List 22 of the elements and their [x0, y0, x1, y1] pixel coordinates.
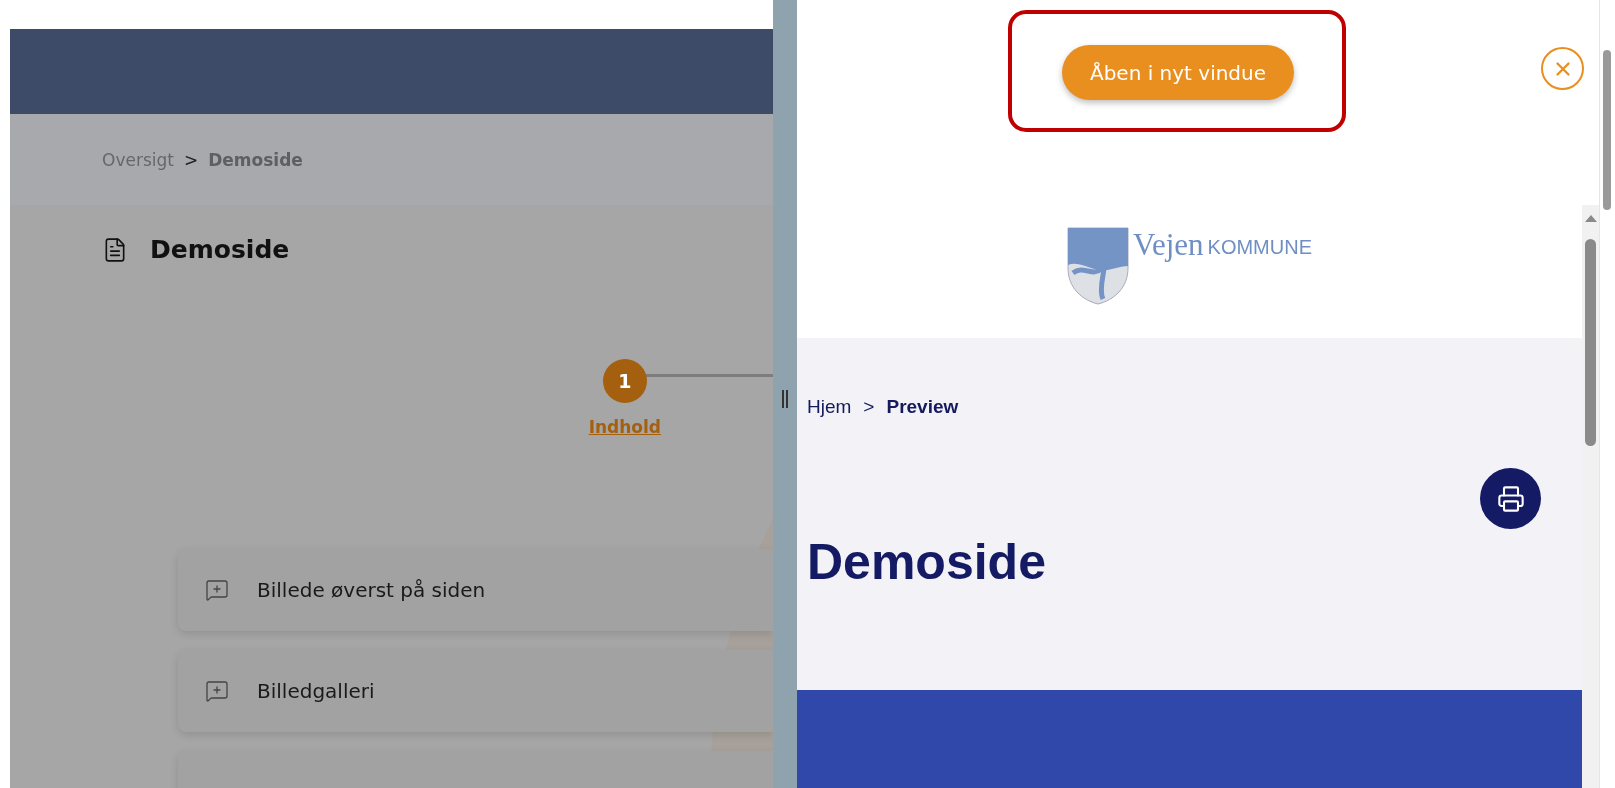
- drag-handle-icon[interactable]: [782, 390, 788, 408]
- breadcrumb-separator: >: [183, 149, 199, 170]
- breadcrumb-current: Preview: [886, 396, 959, 418]
- content-block-card[interactable]: Billedgalleri: [178, 650, 773, 732]
- page-title: Demoside: [150, 235, 290, 264]
- step-number[interactable]: 1: [602, 359, 647, 403]
- scrollbar[interactable]: [1582, 205, 1599, 788]
- open-new-window-button[interactable]: Åben i nyt vindue: [1061, 45, 1295, 100]
- shield-logo-icon: [1066, 227, 1129, 305]
- preview-title: Demoside: [807, 533, 1046, 591]
- close-button[interactable]: [1541, 47, 1584, 90]
- breadcrumb-link[interactable]: Hjem: [807, 396, 852, 418]
- printer-icon[interactable]: [1496, 484, 1525, 513]
- breadcrumb-separator: >: [863, 396, 875, 418]
- breadcrumb-current: Demoside: [208, 149, 303, 170]
- block-label: Billedgalleri: [257, 679, 375, 703]
- block-label: Billede øverst på siden: [257, 578, 486, 602]
- comment-plus-icon: [205, 679, 229, 703]
- logo-name: Vejen: [1132, 227, 1204, 263]
- comment-plus-icon: [205, 578, 229, 602]
- content-block-card[interactable]: Billede øverst på siden: [178, 549, 773, 631]
- logo-suffix: KOMMUNE: [1207, 236, 1312, 259]
